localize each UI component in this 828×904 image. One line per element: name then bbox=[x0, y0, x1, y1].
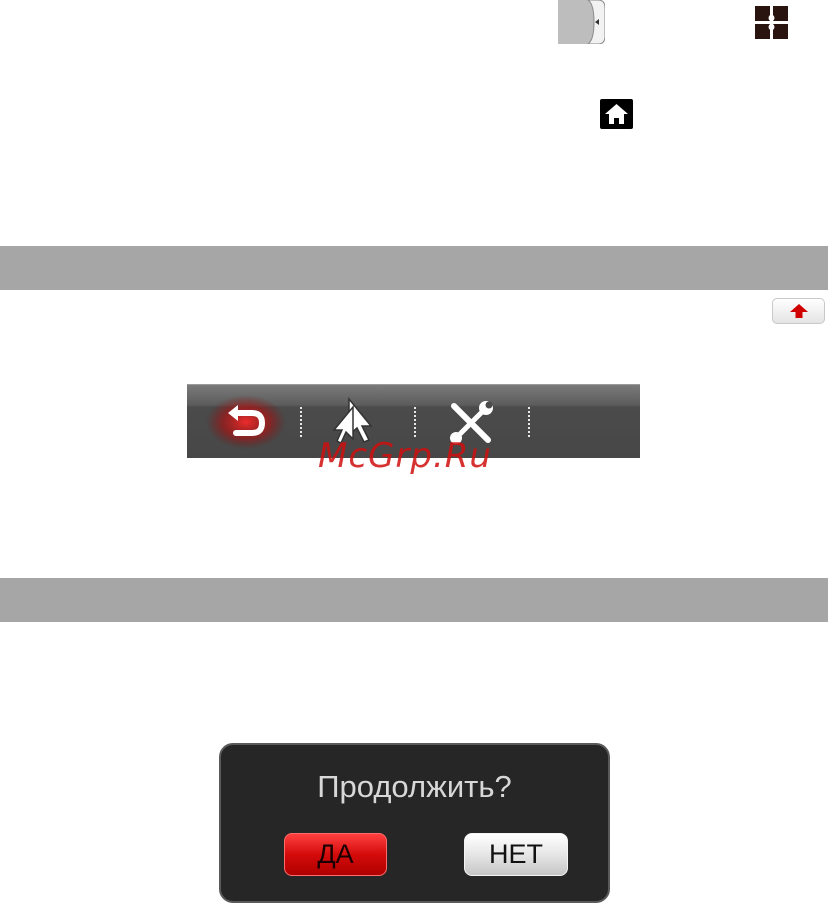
section-header-bar bbox=[0, 246, 828, 290]
yes-button[interactable]: ДА bbox=[284, 833, 387, 876]
no-button[interactable]: НЕТ bbox=[464, 833, 568, 876]
dialog-title: Продолжить? bbox=[317, 769, 512, 804]
panel-tab-icon[interactable] bbox=[558, 0, 606, 45]
back-button[interactable] bbox=[187, 393, 299, 451]
back-arrow-icon bbox=[206, 395, 286, 449]
watermark: McGrp.Ru bbox=[318, 436, 492, 476]
toolbar-separator bbox=[528, 407, 530, 437]
home-icon[interactable] bbox=[600, 99, 633, 129]
confirm-dialog: Продолжить? ДА НЕТ bbox=[219, 743, 610, 903]
section-header-bar bbox=[0, 578, 828, 622]
up-button[interactable] bbox=[772, 298, 825, 324]
grid-icon[interactable] bbox=[755, 6, 788, 39]
up-arrow-icon bbox=[789, 304, 808, 318]
